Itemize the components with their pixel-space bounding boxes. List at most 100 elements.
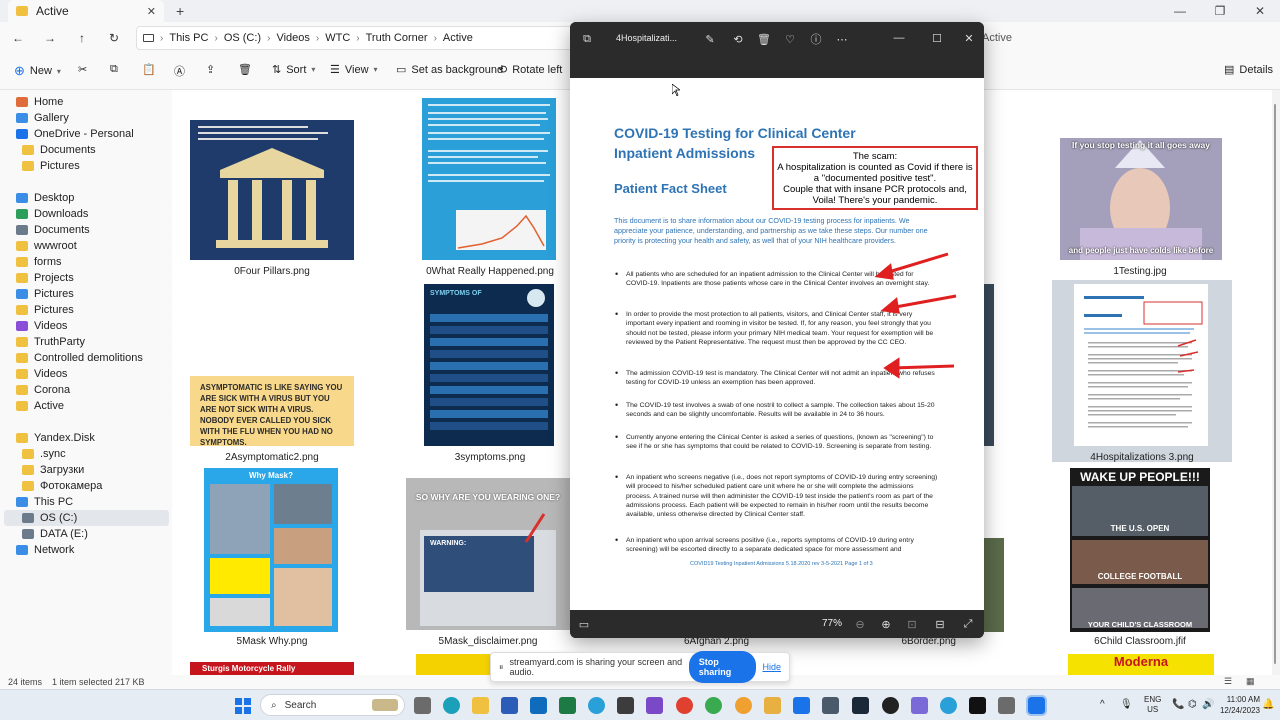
chrome-profile-icon[interactable] (705, 697, 722, 714)
paste-icon[interactable]: 📋 (142, 63, 156, 76)
folder-icon[interactable] (764, 697, 781, 714)
thumbnail-mask-disclaimer[interactable]: SO WHY ARE YOU WEARING ONE? WARNING: (406, 478, 570, 630)
refresh-icon[interactable]: ↻ (104, 30, 124, 46)
details-view-icon[interactable]: ☰ (1224, 676, 1232, 687)
scrollbar[interactable] (1272, 92, 1278, 672)
breadcrumb-truth-corner[interactable]: Truth Corner (366, 32, 428, 44)
thumbnail-child-classroom[interactable]: WAKE UP PEOPLE!!! THE U.S. OPEN COLLEGE … (1070, 468, 1210, 632)
task-view-icon[interactable] (414, 697, 431, 714)
close-icon[interactable]: ✕ (958, 28, 980, 48)
word-icon[interactable] (501, 697, 518, 714)
thumbnail-mask-why[interactable]: Why Mask? (204, 468, 338, 632)
info-icon[interactable]: ⓘ (808, 31, 824, 47)
sidebar-item-pictures[interactable]: Pictures📌 (16, 286, 181, 302)
delete-icon[interactable]: 🗑 (756, 31, 772, 47)
breadcrumb-wtc[interactable]: WTC (325, 32, 350, 44)
copy-icon[interactable]: ⧉ (110, 63, 118, 76)
zoom-in-icon[interactable]: ⊕ (878, 616, 894, 632)
thumbnail-testing[interactable]: If you stop testing it all goes away and… (1060, 138, 1222, 260)
sidebar-item-desktop[interactable]: Desktop📌 (16, 190, 181, 206)
active-photos-icon[interactable] (1026, 695, 1047, 716)
taskbar-search[interactable]: ⌕ Search (260, 694, 405, 716)
thumbnail-what-really-happened[interactable] (422, 98, 556, 260)
app-icon[interactable] (911, 697, 928, 714)
fullscreen-icon[interactable]: ⤢ (960, 616, 976, 632)
actual-size-icon[interactable]: ⊡ (904, 616, 920, 632)
zoom-out-icon[interactable]: ⊖ (852, 616, 868, 632)
rotate-left-button[interactable]: ⟲ Rotate left (498, 63, 562, 77)
excel-icon[interactable] (559, 697, 576, 714)
search-box-hint[interactable]: Active (982, 32, 1012, 44)
tiktok-icon[interactable] (969, 697, 986, 714)
sidebar-item-onedrive[interactable]: OneDrive - Personal (16, 126, 181, 142)
thumbnail-hospitalizations-selected[interactable] (1052, 280, 1232, 462)
share-icon[interactable]: ⇪ (206, 63, 215, 76)
photos-icon[interactable] (793, 697, 810, 714)
thumbnail-border-partial[interactable] (984, 538, 1004, 632)
sidebar-item-home[interactable]: Home (16, 94, 181, 110)
notification-bell-icon[interactable]: 🔔 (1262, 699, 1274, 710)
more-icon[interactable]: ⋯ (834, 31, 850, 47)
rename-icon[interactable]: Ⓐ (174, 63, 185, 79)
terminal-icon[interactable] (617, 697, 634, 714)
calculator-icon[interactable] (998, 697, 1015, 714)
sidebar-item-downloads[interactable]: Downloads📌 (16, 206, 181, 222)
thumbnail-sturgis[interactable]: Sturgis Motorcycle Rally (190, 662, 354, 675)
sidebar-item-this-pc[interactable]: This PC (16, 494, 181, 510)
new-tab-button[interactable]: + (176, 3, 184, 19)
steam-icon[interactable] (852, 697, 869, 714)
gallery-icon[interactable]: ⧉ (580, 32, 594, 46)
telegram-icon[interactable] (940, 697, 957, 714)
tray-chevron-icon[interactable]: ^ (1100, 699, 1105, 710)
stop-sharing-button[interactable]: Stop sharing (688, 651, 757, 683)
sidebar-item-onedrive-pictures[interactable]: Pictures (22, 158, 187, 174)
outlook-icon[interactable] (530, 697, 547, 714)
sidebar-item-videos-2[interactable]: Videos📌 (16, 366, 181, 382)
sort-button[interactable]: ⇅ Sort ▾ (272, 63, 315, 77)
sidebar-item-truthparty[interactable]: TruthParty📌 (16, 334, 181, 350)
microphone-icon[interactable]: 🎙 (1120, 699, 1133, 710)
back-arrow-icon[interactable]: ← (8, 30, 28, 46)
sidebar-item-wwwroot[interactable]: wwwroot📌 (16, 238, 181, 254)
thumbnail-four-pillars[interactable] (190, 120, 354, 260)
sidebar-item-corona[interactable]: Corona📌 (16, 382, 181, 398)
rotate-icon[interactable]: ⟲ (730, 31, 746, 47)
new-button[interactable]: ⊕ New ▾ (14, 63, 61, 79)
thumbnail-moderna[interactable]: Moderna (1068, 654, 1214, 675)
set-background-button[interactable]: ▭ Set as background (396, 63, 503, 77)
breadcrumb-this-pc[interactable]: This PC (169, 32, 208, 44)
image-canvas[interactable]: COVID-19 Testing for Clinical Center Inp… (570, 78, 984, 610)
remote-desktop-icon[interactable] (822, 697, 839, 714)
sidebar-item-pictures-2[interactable]: Pictures📌 (16, 302, 181, 318)
details-button[interactable]: ▤ Details (1224, 63, 1273, 77)
address-bar[interactable]: › This PC › OS (C:) › Videos › WTC › Tru… (136, 26, 576, 50)
sidebar-item-yandex[interactable]: Yandex.Disk (16, 430, 181, 446)
file-explorer-icon[interactable] (472, 697, 489, 714)
edit-icon[interactable]: ✎ (702, 31, 718, 47)
network-icon[interactable]: ⌬ (1188, 699, 1197, 710)
tiles-view-icon[interactable]: ▦ (1246, 676, 1255, 687)
maximize-icon[interactable]: ❐ (1200, 0, 1240, 22)
clock[interactable]: 11:00 AM 12/24/2023 (1210, 694, 1260, 716)
up-arrow-icon[interactable]: ↑ (72, 30, 92, 46)
edge-icon[interactable] (443, 697, 460, 714)
thumbnail-hidden[interactable] (984, 284, 994, 446)
sidebar-item-gallery[interactable]: Gallery (16, 110, 181, 126)
sidebar-item-os-c[interactable]: OS (C:) (4, 510, 169, 526)
view-button[interactable]: ☰ View ▾ (330, 63, 378, 77)
sidebar-item-zagruzki[interactable]: Загрузки (22, 462, 187, 478)
sidebar-item-forms[interactable]: forms📌 (16, 254, 181, 270)
breadcrumb-active[interactable]: Active (443, 32, 473, 44)
forward-arrow-icon[interactable]: → (40, 30, 60, 46)
sidebar-item-onedrive-documents[interactable]: Documents (22, 142, 187, 158)
windows-start-icon[interactable] (235, 698, 251, 714)
language-indicator[interactable]: ENG US (1144, 695, 1161, 715)
hide-link[interactable]: Hide (762, 662, 781, 672)
close-icon[interactable]: ✕ (1240, 0, 1280, 22)
sidebar-item-network[interactable]: Network (16, 542, 181, 558)
chrome-canary-icon[interactable] (735, 697, 752, 714)
heart-icon[interactable]: ♡ (782, 31, 798, 47)
sidebar-item-data-e[interactable]: DATA (E:) (22, 526, 187, 542)
visual-studio-icon[interactable] (646, 697, 663, 714)
fit-icon[interactable]: ⊟ (932, 616, 948, 632)
